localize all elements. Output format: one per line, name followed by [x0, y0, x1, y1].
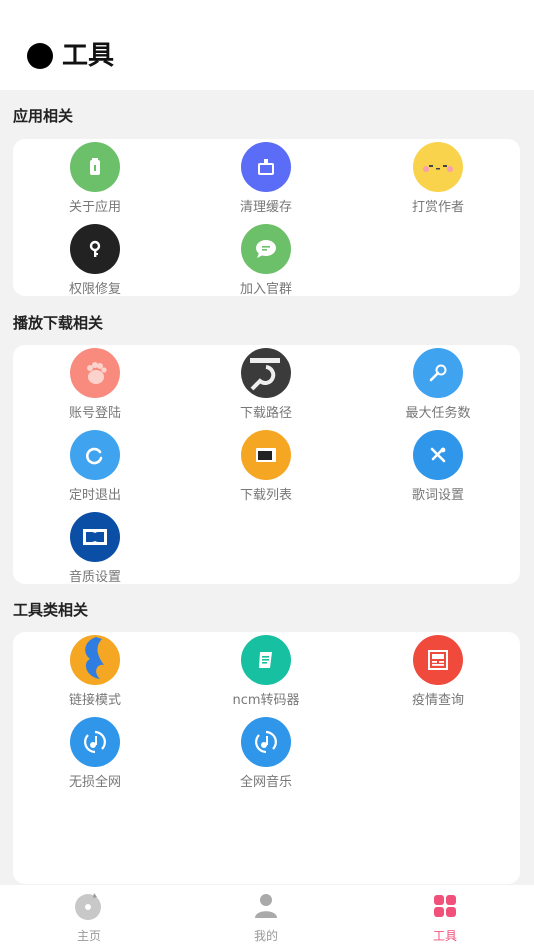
item-label: 音质设置: [68, 570, 121, 585]
clean-cache-icon: [241, 142, 291, 192]
lossless-music-icon: [70, 717, 120, 767]
profile-icon: [255, 894, 277, 918]
tab-label: 主页: [76, 929, 101, 943]
timer-exit-icon: [70, 430, 120, 480]
item-label: 链接模式: [68, 693, 121, 708]
bottom-tab-bar: 主页 我的 工具: [0, 885, 534, 950]
home-disc-icon: [75, 893, 101, 920]
card-app: 关于应用 清理缓存 打赏作者 权限修复 加入官群: [13, 139, 520, 297]
item-label: 权限修复: [68, 282, 121, 297]
header-dot-icon: [27, 43, 53, 69]
tab-label: 工具: [432, 929, 457, 943]
lyrics-settings-icon: [413, 430, 463, 480]
tip-author-icon: [413, 142, 463, 192]
item-label: 加入官群: [239, 282, 292, 297]
tool-all-music[interactable]: 全网音乐: [206, 717, 326, 790]
audio-quality-icon: [70, 512, 120, 562]
item-label: 定时退出: [68, 488, 121, 503]
tool-permission-fix[interactable]: 权限修复: [35, 224, 155, 297]
section-title-play-download: 播放下载相关: [13, 314, 104, 332]
tool-lossless-music[interactable]: 无损全网: [35, 717, 155, 790]
section-title-tools: 工具类相关: [13, 601, 89, 619]
item-label: 清理缓存: [239, 200, 292, 215]
item-label: 下载列表: [239, 488, 292, 503]
section-title-app: 应用相关: [13, 107, 74, 125]
download-list-icon: [241, 430, 291, 480]
tool-about-app[interactable]: 关于应用: [35, 142, 155, 215]
tool-lyrics-settings[interactable]: 歌词设置: [378, 430, 498, 503]
download-path-icon: [241, 348, 291, 398]
tool-timer-exit[interactable]: 定时退出: [35, 430, 155, 503]
item-label: 歌词设置: [411, 488, 464, 503]
page-title: 工具: [62, 41, 115, 71]
item-label: 最大任务数: [405, 406, 471, 421]
item-label: 疫情查询: [411, 693, 464, 708]
link-mode-icon: [70, 635, 120, 685]
item-label: 打赏作者: [411, 200, 464, 215]
tool-account-login[interactable]: 账号登陆: [35, 348, 155, 421]
item-label: 账号登陆: [68, 406, 121, 421]
tool-max-tasks[interactable]: 最大任务数: [378, 348, 498, 421]
tool-link-mode[interactable]: 链接模式: [35, 635, 155, 708]
tool-ncm-converter[interactable]: ncm转码器: [206, 635, 326, 708]
tab-profile[interactable]: 我的: [216, 891, 316, 944]
tool-epidemic-query[interactable]: 疫情查询: [378, 635, 498, 708]
about-app-icon: [70, 142, 120, 192]
epidemic-query-icon: [413, 635, 463, 685]
tool-tip-author[interactable]: 打赏作者: [378, 142, 498, 215]
tab-home[interactable]: 主页: [39, 891, 139, 944]
tool-download-list[interactable]: 下载列表: [206, 430, 326, 503]
all-music-icon: [241, 717, 291, 767]
tab-tools[interactable]: 工具: [395, 891, 495, 944]
tool-clean-cache[interactable]: 清理缓存: [206, 142, 326, 215]
tool-audio-quality[interactable]: 音质设置: [35, 512, 155, 585]
item-label: 无损全网: [68, 775, 121, 790]
card-tools: 链接模式 ncm转码器 疫情查询 无损全网 全网音乐: [13, 632, 520, 884]
ncm-converter-icon: [241, 635, 291, 685]
tools-grid-icon: [434, 895, 456, 917]
max-tasks-icon: [413, 348, 463, 398]
card-play-download: 账号登陆 下载路径 最大任务数 定时退出 下载列表 歌词设置 音质设置: [13, 345, 520, 585]
tab-label: 我的: [253, 929, 278, 943]
item-label: 全网音乐: [239, 775, 292, 790]
top-header: 工具: [0, 0, 534, 90]
item-label: 下载路径: [239, 406, 292, 421]
join-group-icon: [241, 224, 291, 274]
tool-download-path[interactable]: 下载路径: [206, 348, 326, 421]
item-label: ncm转码器: [232, 693, 300, 708]
tool-join-group[interactable]: 加入官群: [206, 224, 326, 297]
permission-key-icon: [70, 224, 120, 274]
account-login-icon: [70, 348, 120, 398]
item-label: 关于应用: [68, 200, 121, 215]
